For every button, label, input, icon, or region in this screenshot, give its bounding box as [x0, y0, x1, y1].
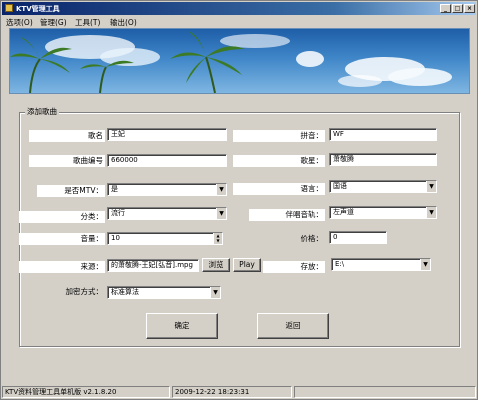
volume-spinbox[interactable]: 10 ▲ ▼ [107, 232, 223, 245]
accompany-label: 伴唱音轨： [249, 209, 325, 221]
singer-label: 歌星： [233, 155, 325, 167]
pinyin-label: 拼音： [233, 130, 325, 142]
window-title: KTV管理工具 [16, 5, 60, 13]
maximize-button[interactable]: □ [452, 4, 463, 13]
is-mtv-value: 是 [111, 185, 118, 193]
pinyin-input[interactable]: WF [329, 128, 437, 141]
storage-select[interactable]: E:\ ▼ [331, 258, 431, 271]
chevron-down-icon[interactable]: ▼ [216, 208, 226, 219]
encrypt-label: 加密方式： [65, 287, 104, 296]
browse-button[interactable]: 浏览 [202, 258, 230, 272]
status-datetime: 2009-12-22 18:23:31 [172, 386, 292, 398]
language-label: 语言： [233, 183, 325, 195]
status-bar: KTV资料管理工具单机版 v2.1.8.20 2009-12-22 18:23:… [2, 386, 476, 398]
song-name-label: 歌名 [29, 130, 105, 142]
is-mtv-select[interactable]: 是 ▼ [107, 183, 227, 196]
banner-image [9, 28, 470, 94]
language-value: 国语 [333, 182, 347, 190]
storage-label: 存放： [263, 261, 325, 273]
storage-value: E:\ [335, 260, 345, 268]
app-icon [5, 4, 13, 12]
accompany-select[interactable]: 左声道 ▼ [329, 206, 437, 219]
menu-manage[interactable]: 管理(G) [40, 17, 67, 28]
chevron-down-icon[interactable]: ▼ [426, 207, 436, 218]
menu-options[interactable]: 选项(O) [6, 17, 33, 28]
volume-value: 10 [111, 234, 120, 242]
song-name-input[interactable]: 王妃 [107, 128, 227, 141]
chevron-down-icon[interactable]: ▼ [420, 259, 430, 270]
menu-bar: 选项(O) 管理(G) 工具(T) 输出(O) [2, 16, 476, 27]
accompany-value: 左声道 [333, 208, 354, 216]
ok-button[interactable]: 确定 [146, 313, 218, 339]
group-title: 添加歌曲 [25, 106, 59, 117]
main-window: KTV管理工具 _ □ × 选项(O) 管理(G) 工具(T) 输出(O) 添加… [0, 0, 478, 400]
add-song-groupbox [19, 112, 460, 347]
spin-down-icon[interactable]: ▼ [214, 238, 222, 243]
title-bar: KTV管理工具 _ □ × [2, 2, 476, 15]
song-no-input[interactable]: 660000 [107, 154, 227, 167]
source-input[interactable]: 的萧敬腾-王妃[弘音].mpg [107, 259, 199, 272]
category-select[interactable]: 流行 ▼ [107, 207, 227, 220]
back-button[interactable]: 返回 [257, 313, 329, 339]
category-label: 分类： [19, 211, 105, 223]
menu-tools[interactable]: 工具(T) [75, 17, 100, 28]
close-button[interactable]: × [464, 4, 475, 13]
play-button[interactable]: Play [233, 258, 261, 272]
status-app-info: KTV资料管理工具单机版 v2.1.8.20 [2, 386, 170, 398]
chevron-down-icon[interactable]: ▼ [216, 184, 226, 195]
volume-spinner[interactable]: ▲ ▼ [213, 233, 222, 244]
is-mtv-label: 是否MTV： [37, 185, 105, 197]
price-input[interactable]: 0 [329, 231, 387, 244]
chevron-down-icon[interactable]: ▼ [210, 287, 220, 298]
menu-output[interactable]: 输出(O) [110, 17, 137, 28]
minimize-button[interactable]: _ [440, 4, 451, 13]
singer-input[interactable]: 萧敬腾 [329, 153, 437, 166]
volume-label: 音量： [19, 233, 105, 245]
language-select[interactable]: 国语 ▼ [329, 180, 437, 193]
source-label: 来源： [19, 261, 105, 273]
category-value: 流行 [111, 209, 125, 217]
song-no-label: 歌曲编号 [29, 155, 105, 167]
status-empty-pane [294, 386, 476, 398]
price-label: 价格： [300, 234, 324, 243]
chevron-down-icon[interactable]: ▼ [426, 181, 436, 192]
encrypt-value: 标准算法 [111, 288, 139, 296]
encrypt-select[interactable]: 标准算法 ▼ [107, 286, 221, 299]
